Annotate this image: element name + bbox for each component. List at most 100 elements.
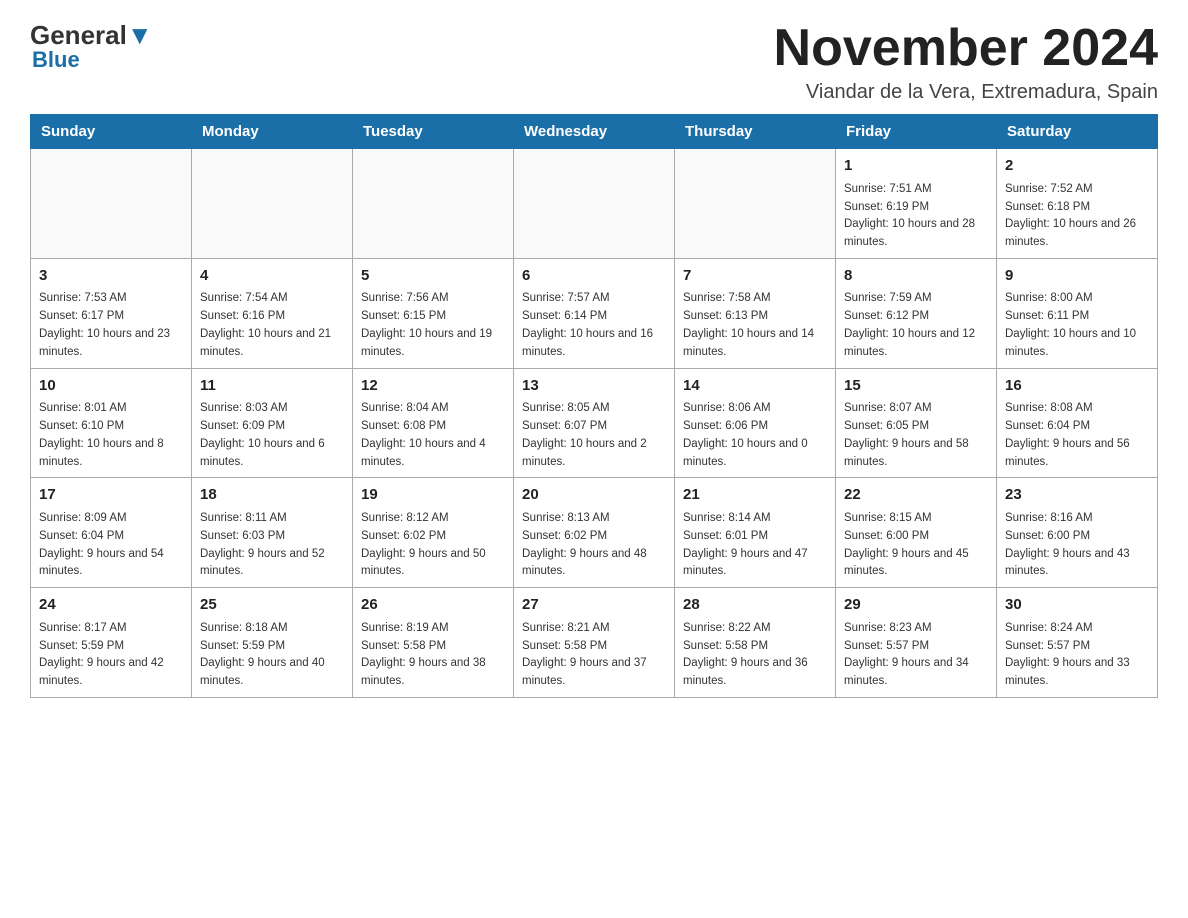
day-number: 29 bbox=[844, 594, 988, 617]
day-info: Sunrise: 8:05 AMSunset: 6:07 PMDaylight:… bbox=[522, 400, 666, 471]
table-row: 8Sunrise: 7:59 AMSunset: 6:12 PMDaylight… bbox=[836, 258, 997, 368]
day-number: 27 bbox=[522, 594, 666, 617]
calendar-header-row: Sunday Monday Tuesday Wednesday Thursday… bbox=[31, 115, 1158, 149]
col-tuesday: Tuesday bbox=[353, 115, 514, 149]
table-row: 12Sunrise: 8:04 AMSunset: 6:08 PMDayligh… bbox=[353, 368, 514, 478]
table-row: 7Sunrise: 7:58 AMSunset: 6:13 PMDaylight… bbox=[675, 258, 836, 368]
table-row: 11Sunrise: 8:03 AMSunset: 6:09 PMDayligh… bbox=[192, 368, 353, 478]
day-number: 20 bbox=[522, 484, 666, 507]
day-info: Sunrise: 7:57 AMSunset: 6:14 PMDaylight:… bbox=[522, 290, 666, 361]
table-row: 1 Sunrise: 7:51 AMSunset: 6:19 PMDaylight… bbox=[836, 149, 997, 259]
table-row: 23Sunrise: 8:16 AMSunset: 6:00 PMDayligh… bbox=[997, 478, 1158, 588]
day-number: 18 bbox=[200, 484, 344, 507]
table-row: 24 Sunrise: 8:17 AMSunset: 5:59 PMDayligh… bbox=[31, 588, 192, 698]
table-row bbox=[353, 149, 514, 259]
col-monday: Monday bbox=[192, 115, 353, 149]
day-number: 21 bbox=[683, 484, 827, 507]
table-row: 27 Sunrise: 8:21 AMSunset: 5:58 PMDayligh… bbox=[514, 588, 675, 698]
table-row bbox=[675, 149, 836, 259]
day-info: Sunrise: 8:00 AMSunset: 6:11 PMDaylight:… bbox=[1005, 290, 1149, 361]
day-number: 13 bbox=[522, 375, 666, 398]
day-info: Sunrise: 8:03 AMSunset: 6:09 PMDaylight:… bbox=[200, 400, 344, 471]
day-info: Sunrise: 8:12 AMSunset: 6:02 PMDaylight:… bbox=[361, 510, 505, 581]
table-row: 30 Sunrise: 8:24 AMSunset: 5:57 PMDayligh… bbox=[997, 588, 1158, 698]
calendar-week-row: 10Sunrise: 8:01 AMSunset: 6:10 PMDayligh… bbox=[31, 368, 1158, 478]
table-row: 2 Sunrise: 7:52 AMSunset: 6:18 PMDaylight… bbox=[997, 149, 1158, 259]
day-number: 8 bbox=[844, 265, 988, 288]
day-number: 3 bbox=[39, 265, 183, 288]
table-row: 26 Sunrise: 8:19 AMSunset: 5:58 PMDayligh… bbox=[353, 588, 514, 698]
location: Viandar de la Vera, Extremadura, Spain bbox=[774, 81, 1158, 104]
day-info: Sunrise: 8:11 AMSunset: 6:03 PMDaylight:… bbox=[200, 510, 344, 581]
day-info: Sunrise: 8:22 AMSunset: 5:58 PMDaylight:… bbox=[683, 620, 827, 691]
day-info: Sunrise: 7:58 AMSunset: 6:13 PMDaylight:… bbox=[683, 290, 827, 361]
calendar-table: Sunday Monday Tuesday Wednesday Thursday… bbox=[30, 114, 1158, 698]
col-friday: Friday bbox=[836, 115, 997, 149]
table-row: 13Sunrise: 8:05 AMSunset: 6:07 PMDayligh… bbox=[514, 368, 675, 478]
day-number: 26 bbox=[361, 594, 505, 617]
day-info: Sunrise: 8:17 AMSunset: 5:59 PMDaylight:… bbox=[39, 620, 183, 691]
table-row: 19 Sunrise: 8:12 AMSunset: 6:02 PMDayligh… bbox=[353, 478, 514, 588]
day-number: 2 bbox=[1005, 155, 1149, 178]
day-info: Sunrise: 8:14 AMSunset: 6:01 PMDaylight:… bbox=[683, 510, 827, 581]
day-number: 7 bbox=[683, 265, 827, 288]
day-number: 22 bbox=[844, 484, 988, 507]
day-number: 25 bbox=[200, 594, 344, 617]
table-row: 18 Sunrise: 8:11 AMSunset: 6:03 PMDayligh… bbox=[192, 478, 353, 588]
col-thursday: Thursday bbox=[675, 115, 836, 149]
table-row: 10Sunrise: 8:01 AMSunset: 6:10 PMDayligh… bbox=[31, 368, 192, 478]
title-section: November 2024 Viandar de la Vera, Extrem… bbox=[774, 20, 1158, 104]
day-number: 1 bbox=[844, 155, 988, 178]
day-info: Sunrise: 8:07 AMSunset: 6:05 PMDaylight:… bbox=[844, 400, 988, 471]
day-info: Sunrise: 8:21 AMSunset: 5:58 PMDaylight:… bbox=[522, 620, 666, 691]
day-number: 15 bbox=[844, 375, 988, 398]
day-info: Sunrise: 8:08 AMSunset: 6:04 PMDaylight:… bbox=[1005, 400, 1149, 471]
day-info: Sunrise: 7:52 AMSunset: 6:18 PMDaylight:… bbox=[1005, 181, 1149, 252]
calendar-week-row: 1 Sunrise: 7:51 AMSunset: 6:19 PMDaylight… bbox=[31, 149, 1158, 259]
day-number: 6 bbox=[522, 265, 666, 288]
page-header: General▼ Blue November 2024 Viandar de l… bbox=[30, 20, 1158, 104]
table-row: 6Sunrise: 7:57 AMSunset: 6:14 PMDaylight… bbox=[514, 258, 675, 368]
day-info: Sunrise: 8:18 AMSunset: 5:59 PMDaylight:… bbox=[200, 620, 344, 691]
day-info: Sunrise: 7:54 AMSunset: 6:16 PMDaylight:… bbox=[200, 290, 344, 361]
day-info: Sunrise: 7:51 AMSunset: 6:19 PMDaylight:… bbox=[844, 181, 988, 252]
logo-triangle-icon: ▼ bbox=[127, 20, 153, 50]
day-info: Sunrise: 8:19 AMSunset: 5:58 PMDaylight:… bbox=[361, 620, 505, 691]
col-wednesday: Wednesday bbox=[514, 115, 675, 149]
day-info: Sunrise: 7:53 AMSunset: 6:17 PMDaylight:… bbox=[39, 290, 183, 361]
table-row: 5Sunrise: 7:56 AMSunset: 6:15 PMDaylight… bbox=[353, 258, 514, 368]
day-info: Sunrise: 8:15 AMSunset: 6:00 PMDaylight:… bbox=[844, 510, 988, 581]
table-row: 20 Sunrise: 8:13 AMSunset: 6:02 PMDayligh… bbox=[514, 478, 675, 588]
day-info: Sunrise: 8:16 AMSunset: 6:00 PMDaylight:… bbox=[1005, 510, 1149, 581]
table-row: 3Sunrise: 7:53 AMSunset: 6:17 PMDaylight… bbox=[31, 258, 192, 368]
table-row bbox=[31, 149, 192, 259]
day-number: 24 bbox=[39, 594, 183, 617]
calendar-week-row: 3Sunrise: 7:53 AMSunset: 6:17 PMDaylight… bbox=[31, 258, 1158, 368]
day-number: 4 bbox=[200, 265, 344, 288]
day-number: 19 bbox=[361, 484, 505, 507]
day-info: Sunrise: 7:59 AMSunset: 6:12 PMDaylight:… bbox=[844, 290, 988, 361]
day-number: 28 bbox=[683, 594, 827, 617]
day-info: Sunrise: 8:09 AMSunset: 6:04 PMDaylight:… bbox=[39, 510, 183, 581]
day-info: Sunrise: 8:13 AMSunset: 6:02 PMDaylight:… bbox=[522, 510, 666, 581]
table-row: 29 Sunrise: 8:23 AMSunset: 5:57 PMDayligh… bbox=[836, 588, 997, 698]
day-info: Sunrise: 8:23 AMSunset: 5:57 PMDaylight:… bbox=[844, 620, 988, 691]
day-number: 5 bbox=[361, 265, 505, 288]
table-row bbox=[514, 149, 675, 259]
logo-blue-text: Blue bbox=[32, 47, 80, 73]
table-row: 9Sunrise: 8:00 AMSunset: 6:11 PMDaylight… bbox=[997, 258, 1158, 368]
table-row: 25 Sunrise: 8:18 AMSunset: 5:59 PMDayligh… bbox=[192, 588, 353, 698]
day-number: 9 bbox=[1005, 265, 1149, 288]
day-number: 10 bbox=[39, 375, 183, 398]
table-row: 22 Sunrise: 8:15 AMSunset: 6:00 PMDayligh… bbox=[836, 478, 997, 588]
day-number: 16 bbox=[1005, 375, 1149, 398]
day-number: 12 bbox=[361, 375, 505, 398]
day-number: 17 bbox=[39, 484, 183, 507]
day-info: Sunrise: 8:24 AMSunset: 5:57 PMDaylight:… bbox=[1005, 620, 1149, 691]
table-row: 21 Sunrise: 8:14 AMSunset: 6:01 PMDayligh… bbox=[675, 478, 836, 588]
table-row: 4Sunrise: 7:54 AMSunset: 6:16 PMDaylight… bbox=[192, 258, 353, 368]
day-number: 14 bbox=[683, 375, 827, 398]
day-number: 30 bbox=[1005, 594, 1149, 617]
table-row: 28 Sunrise: 8:22 AMSunset: 5:58 PMDayligh… bbox=[675, 588, 836, 698]
table-row: 17 Sunrise: 8:09 AMSunset: 6:04 PMDayligh… bbox=[31, 478, 192, 588]
